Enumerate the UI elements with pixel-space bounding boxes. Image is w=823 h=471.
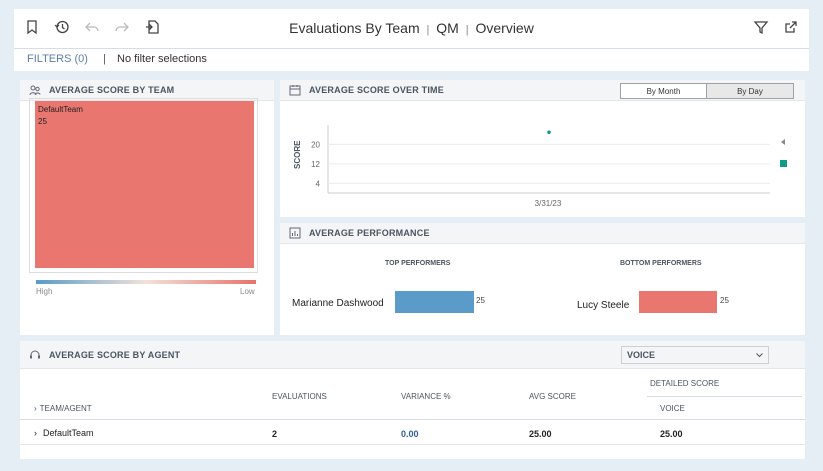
team-score-panel: AVERAGE SCORE BY TEAM DefaultTeam 25 Hig… xyxy=(20,80,274,335)
export-icon[interactable] xyxy=(783,19,799,35)
treemap-frame: DefaultTeam 25 xyxy=(29,98,258,273)
voice-header[interactable]: VOICE xyxy=(660,404,685,413)
row-divider xyxy=(20,444,805,445)
y-tick-label: 12 xyxy=(311,160,320,169)
legend-low-label: Low xyxy=(240,287,255,296)
treemap-team-score: 25 xyxy=(38,117,47,126)
chevron-down-icon xyxy=(756,353,763,358)
headset-icon xyxy=(30,350,40,358)
top-performer-value: 25 xyxy=(476,296,485,305)
expand-row-icon[interactable]: › xyxy=(34,428,37,438)
y-tick-label: 20 xyxy=(311,140,320,149)
filter-bar: FILTERS (0) | No filter selections xyxy=(14,49,809,71)
title-view: Overview xyxy=(475,20,534,36)
title-report: Evaluations By Team xyxy=(289,20,420,36)
by-month-button[interactable]: By Month xyxy=(621,84,707,98)
panel-title: AVERAGE SCORE OVER TIME xyxy=(309,85,444,95)
team-agent-header-label: TEAM/AGENT xyxy=(39,404,92,413)
calendar-icon xyxy=(289,85,301,96)
score-over-time-panel: AVERAGE SCORE OVER TIME By Month By Day … xyxy=(280,80,805,217)
panel-title: AVERAGE PERFORMANCE xyxy=(309,228,430,238)
avg-score-header[interactable]: AVG SCORE xyxy=(529,392,576,401)
chart-icon xyxy=(289,227,301,239)
top-performers-label: TOP PERFORMERS xyxy=(385,260,451,267)
variance-header[interactable]: VARIANCE % xyxy=(401,392,451,401)
team-agent-header[interactable]: › TEAM/AGENT xyxy=(34,404,92,413)
avg-score-cell: 25.00 xyxy=(529,429,552,439)
bottom-performer-name: Lucy Steele xyxy=(577,300,630,311)
panel-title: AVERAGE SCORE BY TEAM xyxy=(49,85,175,95)
score-type-select[interactable]: VOICE xyxy=(621,346,769,364)
by-day-button[interactable]: By Day xyxy=(707,84,793,98)
period-toggle: By Month By Day xyxy=(620,83,794,99)
legend-swatch[interactable] xyxy=(780,160,787,167)
y-tick-label: 4 xyxy=(316,179,321,188)
title-separator: | xyxy=(426,24,430,36)
filter-selection-text: No filter selections xyxy=(117,53,207,65)
title-module: QM xyxy=(436,20,459,36)
detailed-score-header: DETAILED SCORE xyxy=(650,379,720,388)
evaluations-cell: 2 xyxy=(272,429,278,439)
bottom-performers-label: BOTTOM PERFORMERS xyxy=(620,260,702,267)
performance-panel: AVERAGE PERFORMANCE TOP PERFORMERS BOTTO… xyxy=(280,223,805,335)
page-title: Evaluations By Team | QM | Overview xyxy=(14,20,809,36)
agent-score-panel: AVERAGE SCORE BY AGENT VOICE DETAILED SC… xyxy=(20,341,805,459)
team-name: DefaultTeam xyxy=(43,428,94,438)
top-performer-bar[interactable] xyxy=(395,291,474,313)
color-scale-legend xyxy=(36,280,256,284)
panel-title: AVERAGE SCORE BY AGENT xyxy=(49,349,181,360)
top-toolbar: Evaluations By Team | QM | Overview xyxy=(14,9,809,49)
scroll-left-arrow-icon[interactable] xyxy=(781,139,785,145)
filter-icon[interactable] xyxy=(753,19,769,35)
top-performer-name: Marianne Dashwood xyxy=(292,298,384,309)
treemap-team-name: DefaultTeam xyxy=(38,105,83,114)
toolbar-right-icons xyxy=(753,19,799,35)
header-bottom-border xyxy=(20,419,805,420)
data-point[interactable] xyxy=(547,130,551,135)
evaluations-header[interactable]: EVALUATIONS xyxy=(272,392,327,401)
x-tick-label: 3/31/23 xyxy=(535,199,562,208)
team-cell[interactable]: › DefaultTeam xyxy=(34,428,94,438)
bottom-performer-bar[interactable] xyxy=(639,291,717,313)
panel-header: AVERAGE PERFORMANCE xyxy=(280,223,805,244)
chevron-right-icon: › xyxy=(34,404,37,413)
team-icon xyxy=(29,85,41,96)
variance-cell[interactable]: 0.00 xyxy=(401,429,419,439)
filters-toggle[interactable]: FILTERS (0) xyxy=(27,53,88,65)
select-value: VOICE xyxy=(627,350,656,360)
score-over-time-chart: SCORE 4 12 20 3/31/23 xyxy=(293,125,787,208)
title-separator: | xyxy=(465,24,469,36)
treemap-cell[interactable]: DefaultTeam 25 xyxy=(35,101,254,268)
filter-divider: | xyxy=(103,53,106,65)
voice-score-cell: 25.00 xyxy=(660,429,683,439)
y-axis-label: SCORE xyxy=(293,140,302,169)
bottom-performer-value: 25 xyxy=(720,296,729,305)
header-divider xyxy=(647,396,802,397)
legend-high-label: High xyxy=(36,287,53,296)
